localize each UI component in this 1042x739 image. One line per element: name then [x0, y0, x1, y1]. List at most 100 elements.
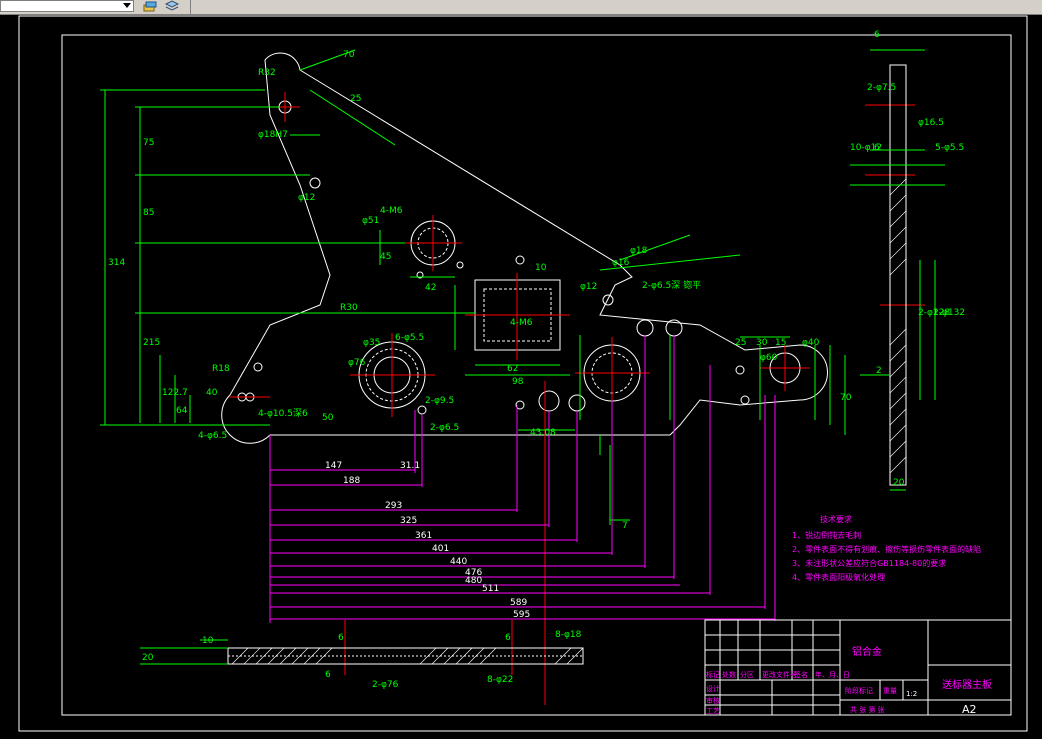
hdr-sign: 签名 — [794, 670, 808, 679]
s-dim-12: 10-φ12 — [850, 143, 882, 153]
b-dim-18: 8-φ18 — [555, 630, 582, 640]
scale-text: 1:2 — [906, 690, 917, 698]
dim-d12: φ12 — [298, 193, 315, 203]
dim-314: 314 — [108, 258, 125, 268]
dim-62: 62 — [507, 364, 518, 374]
s-dim-132: 2-φ132 — [933, 308, 965, 318]
ord-401: 401 — [432, 544, 449, 554]
layer-dropdown[interactable] — [0, 0, 134, 12]
dim-10: 10 — [535, 263, 547, 273]
title-block — [704, 619, 1012, 716]
dim-25-top: 25 — [350, 94, 361, 104]
dim-d105: 4-φ10.5深6 — [258, 408, 308, 419]
b-dim-20: 20 — [142, 653, 154, 663]
ord-311: 31.1 — [400, 461, 420, 471]
tech-notes-title: 技术要求 — [820, 514, 852, 524]
hdr-date: 年、月、日 — [815, 670, 850, 679]
hdr-docnum: 更改文件号 — [762, 670, 797, 679]
hdr-zone: 分区 — [740, 670, 754, 679]
tech-note-2: 2、零件表面不得有划痕、擦伤等损伤零件表面的缺陷 — [792, 544, 981, 554]
dim-m6: 4-M6 — [380, 206, 403, 216]
s-dim-20: 20 — [893, 478, 905, 488]
dim-30: 30 — [756, 338, 768, 348]
dim-d60: φ60 — [760, 353, 778, 363]
dimension-texts: 70 25 R32 φ18H7 φ12 φ51 4-M6 45 42 75 85… — [108, 50, 852, 531]
s-dim-75: 2-φ7.5 — [867, 83, 896, 93]
side-view — [850, 49, 945, 491]
dim-d18-b: φ18 — [630, 246, 648, 256]
layer-states-icon[interactable] — [142, 0, 158, 13]
dim-d65: 4-φ6.5 — [198, 431, 227, 441]
tech-note-3: 3、未注形状公差应符合GB1184-80的要求 — [792, 558, 946, 568]
ord-440: 440 — [450, 557, 467, 567]
s-dim-6a: 6 — [874, 30, 880, 40]
dim-98: 98 — [512, 377, 524, 387]
dim-45: 45 — [380, 252, 391, 262]
lbl-weight: 重量 — [883, 687, 897, 695]
dim-d95: 2-φ9.5 — [425, 396, 454, 406]
ord-147: 147 — [325, 461, 342, 471]
ord-188: 188 — [343, 476, 360, 486]
dim-d68: 2-φ6.5 — [430, 423, 459, 433]
dim-215: 215 — [143, 338, 160, 348]
dim-4308: 43.08 — [530, 428, 556, 438]
dim-85: 85 — [143, 208, 154, 218]
cad-drawing: 70 25 R32 φ18H7 φ12 φ51 4-M6 45 42 75 85… — [18, 15, 1028, 732]
dim-122: 122.7 — [162, 388, 188, 398]
dim-d40: φ40 — [802, 338, 820, 348]
drawing-canvas[interactable]: 70 25 R32 φ18H7 φ12 φ51 4-M6 45 42 75 85… — [0, 15, 1042, 735]
layer-previous-icon[interactable] — [164, 0, 180, 13]
tech-note-1: 1、锐边倒钝去毛刺 — [792, 530, 861, 540]
dim-d35: φ35 — [363, 338, 380, 348]
row-check: 审核 — [706, 696, 720, 705]
ord-293: 293 — [385, 501, 402, 511]
dim-d65r: 2-φ6.5深 锪平 — [642, 279, 701, 291]
sheet-size-text: A2 — [962, 703, 977, 716]
row-design: 设计 — [706, 684, 720, 693]
dim-4m6-b: 4-M6 — [510, 318, 533, 328]
lbl-stage: 阶段标记 — [845, 686, 873, 695]
hdr-count: 处数 — [722, 670, 736, 679]
chevron-down-icon[interactable] — [123, 3, 131, 8]
dim-70: 70 — [840, 393, 852, 403]
row-process: 工艺 — [706, 707, 720, 715]
dim-r80: R30 — [340, 303, 358, 313]
b-dim-22: 8-φ22 — [487, 675, 513, 685]
ord-325: 325 — [400, 516, 417, 526]
dim-d18h7: φ18H7 — [258, 130, 288, 140]
hdr-mark: 标记 — [706, 670, 720, 679]
s-dim-55: 5-φ5.5 — [935, 143, 964, 153]
b-dim-76: 2-φ76 — [372, 680, 399, 690]
material-text: 铝合金 — [852, 645, 882, 658]
dim-15: 15 — [775, 338, 786, 348]
dim-70-top: 70 — [343, 50, 355, 60]
main-plate-outline — [221, 52, 828, 444]
b-dim-10: 10 — [202, 636, 214, 646]
toolbar-separator — [190, 0, 191, 14]
ord-361: 361 — [415, 531, 432, 541]
s-dim-165: φ16.5 — [918, 118, 944, 128]
tech-notes: 技术要求 1、锐边倒钝去毛刺 2、零件表面不得有划痕、擦伤等损伤零件表面的缺陷 … — [792, 514, 981, 582]
b-dim-6a: 6 — [338, 633, 344, 643]
ord-480: 480 — [465, 576, 482, 586]
dim-40: 40 — [206, 388, 218, 398]
dim-d16: φ16 — [612, 258, 630, 268]
ord-595: 595 — [513, 610, 530, 620]
dim-25: 25 — [735, 338, 746, 348]
part-name-text: 送标器主板 — [942, 678, 992, 691]
dimension-lines — [100, 49, 846, 525]
dim-d51: φ51 — [362, 216, 379, 226]
dim-64: 64 — [176, 406, 188, 416]
footer-text: 共 张 第 张 — [850, 705, 885, 714]
side-view-texts: 6 2-φ7.5 φ16.5 6 10-φ12 5-φ5.5 2-φ128 2-… — [850, 30, 965, 488]
dim-42: 42 — [425, 283, 436, 293]
dim-r18: R18 — [212, 364, 230, 374]
b-dim-6b: 6 — [325, 670, 331, 680]
s-dim-2: 2 — [876, 366, 882, 376]
dim-d12-b: φ12 — [580, 282, 597, 292]
center-lines — [230, 92, 925, 705]
ord-511: 511 — [482, 584, 499, 594]
dim-50: 50 — [322, 413, 334, 423]
dim-d76: φ76 — [348, 358, 366, 368]
dim-r32: R32 — [258, 68, 276, 78]
